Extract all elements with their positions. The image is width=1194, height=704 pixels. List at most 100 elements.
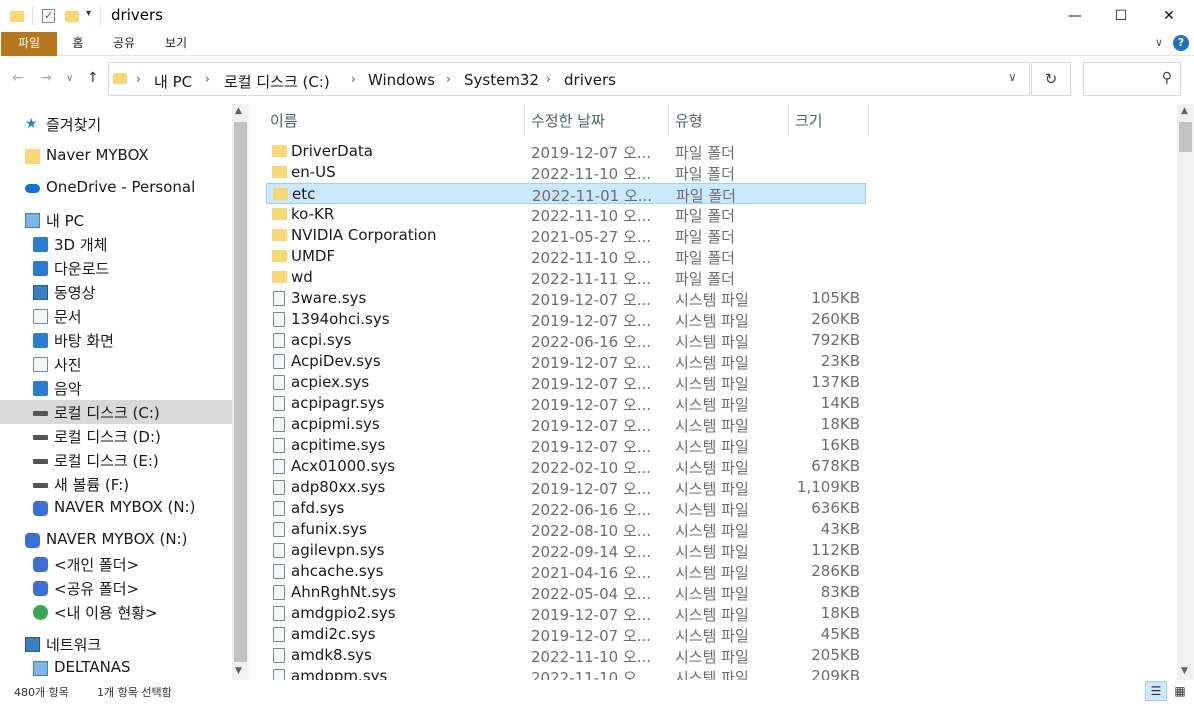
breadcrumb-separator[interactable]: › (136, 72, 141, 86)
nav-item[interactable]: <내 이용 현황> (0, 600, 232, 624)
nav-item[interactable]: 네트워크 (0, 632, 232, 656)
file-row[interactable]: agilevpn.sys 2022-09-14 오... 시스템 파일 112KB (266, 540, 866, 561)
file-row[interactable]: amdk8.sys 2022-11-10 오... 시스템 파일 205KB (266, 645, 866, 666)
file-row[interactable]: ko-KR 2022-11-10 오... 파일 폴더 (266, 204, 866, 225)
scroll-up-arrow[interactable]: ▲ (1181, 106, 1188, 116)
breadcrumb-separator[interactable]: › (351, 72, 356, 86)
breadcrumb-windows[interactable]: Windows (368, 71, 435, 89)
new-folder-icon[interactable] (64, 8, 80, 24)
nav-item[interactable]: Naver MYBOX (0, 144, 232, 168)
back-button[interactable]: ← (12, 70, 24, 86)
breadcrumb-system32[interactable]: System32 (464, 71, 539, 89)
nav-item[interactable]: 3D 개체 (0, 232, 232, 256)
large-icons-view-icon[interactable]: ▦ (1169, 681, 1191, 701)
file-row[interactable]: DriverData 2019-12-07 오... 파일 폴더 (266, 141, 866, 162)
file-row[interactable]: acpipagr.sys 2019-12-07 오... 시스템 파일 14KB (266, 393, 866, 414)
breadcrumb-separator[interactable]: › (205, 72, 210, 86)
nav-item[interactable]: 새 볼륨 (F:) (0, 472, 232, 496)
file-row[interactable]: ahcache.sys 2021-04-16 오... 시스템 파일 286KB (266, 561, 866, 582)
search-input[interactable]: ⚲ (1083, 62, 1181, 96)
file-row[interactable]: amdi2c.sys 2019-12-07 오... 시스템 파일 45KB (266, 624, 866, 645)
file-row[interactable]: acpi.sys 2022-06-16 오... 시스템 파일 792KB (266, 330, 866, 351)
close-button[interactable]: ✕ (1146, 0, 1192, 32)
refresh-button[interactable]: ↻ (1031, 62, 1071, 96)
breadcrumb-this-pc[interactable]: 내 PC (154, 71, 192, 92)
file-row[interactable]: acpitime.sys 2019-12-07 오... 시스템 파일 16KB (266, 435, 866, 456)
column-header-name[interactable]: 이름 ˄ (262, 104, 524, 136)
help-icon[interactable]: ? (1173, 35, 1189, 51)
file-row[interactable]: en-US 2022-11-10 오... 파일 폴더 (266, 162, 866, 183)
tab-view[interactable]: 보기 (156, 32, 196, 56)
nav-item[interactable]: 로컬 디스크 (E:) (0, 448, 232, 472)
scrollbar-thumb[interactable] (1179, 122, 1192, 152)
file-row[interactable]: wd 2022-11-11 오... 파일 폴더 (266, 267, 866, 288)
nav-item[interactable]: 로컬 디스크 (D:) (0, 424, 232, 448)
nav-item[interactable]: 음악 (0, 376, 232, 400)
folder-icon (272, 208, 287, 220)
navigation-pane-scrollbar[interactable]: ▲ ▼ (232, 104, 249, 680)
nav-item[interactable]: ★ 즐겨찾기 (0, 112, 232, 136)
tab-home[interactable]: 홈 (62, 32, 94, 56)
maximize-button[interactable]: ☐ (1098, 0, 1144, 32)
breadcrumb-drivers[interactable]: drivers (564, 71, 616, 89)
nav-item[interactable]: 동영상 (0, 280, 232, 304)
breadcrumb-local-disk-c[interactable]: 로컬 디스크 (C:) (224, 71, 330, 92)
file-row[interactable]: etc 2022-11-01 오... 파일 폴더 (266, 183, 866, 205)
breadcrumb-separator[interactable]: › (446, 72, 451, 86)
file-size: 286KB (811, 562, 860, 580)
nav-item[interactable]: 내 PC (0, 208, 232, 232)
nav-item[interactable]: NAVER MYBOX (N:) (0, 496, 232, 520)
file-row[interactable]: UMDF 2022-11-10 오... 파일 폴더 (266, 246, 866, 267)
file-row[interactable]: adp80xx.sys 2019-12-07 오... 시스템 파일 1,109KB (266, 477, 866, 498)
nav-item[interactable]: OneDrive - Personal (0, 176, 232, 200)
file-row[interactable]: amdppm.sys 2022-11-10 오... 시스템 파일 209KB (266, 666, 866, 680)
address-history-dropdown[interactable]: ∨ (1008, 70, 1017, 84)
file-date: 2019-12-07 오... (531, 396, 652, 414)
file-row[interactable]: acpipmi.sys 2019-12-07 오... 시스템 파일 18KB (266, 414, 866, 435)
file-row[interactable]: afd.sys 2022-06-16 오... 시스템 파일 636KB (266, 498, 866, 519)
file-row[interactable]: amdgpio2.sys 2019-12-07 오... 시스템 파일 18KB (266, 603, 866, 624)
details-view-icon[interactable]: ☰ (1145, 681, 1167, 701)
column-header-size[interactable]: 크기 (789, 104, 868, 136)
nav-item[interactable]: DELTANAS (0, 656, 232, 680)
system-file-icon (273, 354, 285, 369)
nav-item[interactable]: 문서 (0, 304, 232, 328)
file-date: 2022-09-14 오... (531, 543, 652, 561)
tab-share[interactable]: 공유 (104, 32, 144, 56)
file-size: 18KB (820, 415, 860, 433)
nav-item[interactable]: NAVER MYBOX (N:) (0, 528, 232, 552)
file-row[interactable]: Acx01000.sys 2022-02-10 오... 시스템 파일 678KB (266, 456, 866, 477)
file-row[interactable]: afunix.sys 2022-08-10 오... 시스템 파일 43KB (266, 519, 866, 540)
up-button[interactable]: ↑ (87, 70, 99, 86)
recent-locations-button[interactable]: ∨ (66, 73, 73, 84)
scrollbar-thumb[interactable] (234, 122, 247, 662)
nav-item[interactable]: 사진 (0, 352, 232, 376)
file-list-scrollbar[interactable]: ▲ ▼ (1177, 104, 1194, 680)
breadcrumb-separator[interactable]: › (546, 72, 551, 86)
nav-item[interactable]: 로컬 디스크 (C:) (0, 400, 232, 424)
customize-quick-access-icon[interactable]: ▾ (86, 8, 91, 19)
minimize-button[interactable]: — (1052, 0, 1098, 32)
scroll-up-arrow[interactable]: ▲ (235, 106, 242, 116)
scroll-down-arrow[interactable]: ▼ (235, 666, 242, 676)
file-row[interactable]: acpiex.sys 2019-12-07 오... 시스템 파일 137KB (266, 372, 866, 393)
column-header-date[interactable]: 수정한 날짜 (525, 104, 668, 136)
column-header-type[interactable]: 유형 (669, 104, 788, 136)
nav-item[interactable]: 바탕 화면 (0, 328, 232, 352)
address-bar[interactable]: › 내 PC › 로컬 디스크 (C:) › Windows › System3… (108, 62, 1030, 96)
scroll-down-arrow[interactable]: ▼ (1181, 666, 1188, 676)
file-row[interactable]: 1394ohci.sys 2019-12-07 오... 시스템 파일 260KB (266, 309, 866, 330)
properties-icon[interactable]: ✓ (41, 8, 57, 24)
tab-file[interactable]: 파일 (1, 32, 57, 56)
expand-ribbon-icon[interactable]: ∨ (1155, 36, 1163, 49)
forward-button[interactable]: → (40, 70, 52, 86)
nav-item[interactable]: 다운로드 (0, 256, 232, 280)
file-row[interactable]: NVIDIA Corporation 2021-05-27 오... 파일 폴더 (266, 225, 866, 246)
file-name: 3ware.sys (291, 289, 367, 307)
file-row[interactable]: 3ware.sys 2019-12-07 오... 시스템 파일 105KB (266, 288, 866, 309)
file-row[interactable]: AcpiDev.sys 2019-12-07 오... 시스템 파일 23KB (266, 351, 866, 372)
nav-item[interactable]: <개인 폴더> (0, 552, 232, 576)
file-row[interactable]: AhnRghNt.sys 2022-05-04 오... 시스템 파일 83KB (266, 582, 866, 603)
nav-item[interactable]: <공유 폴더> (0, 576, 232, 600)
column-divider[interactable] (868, 104, 869, 136)
